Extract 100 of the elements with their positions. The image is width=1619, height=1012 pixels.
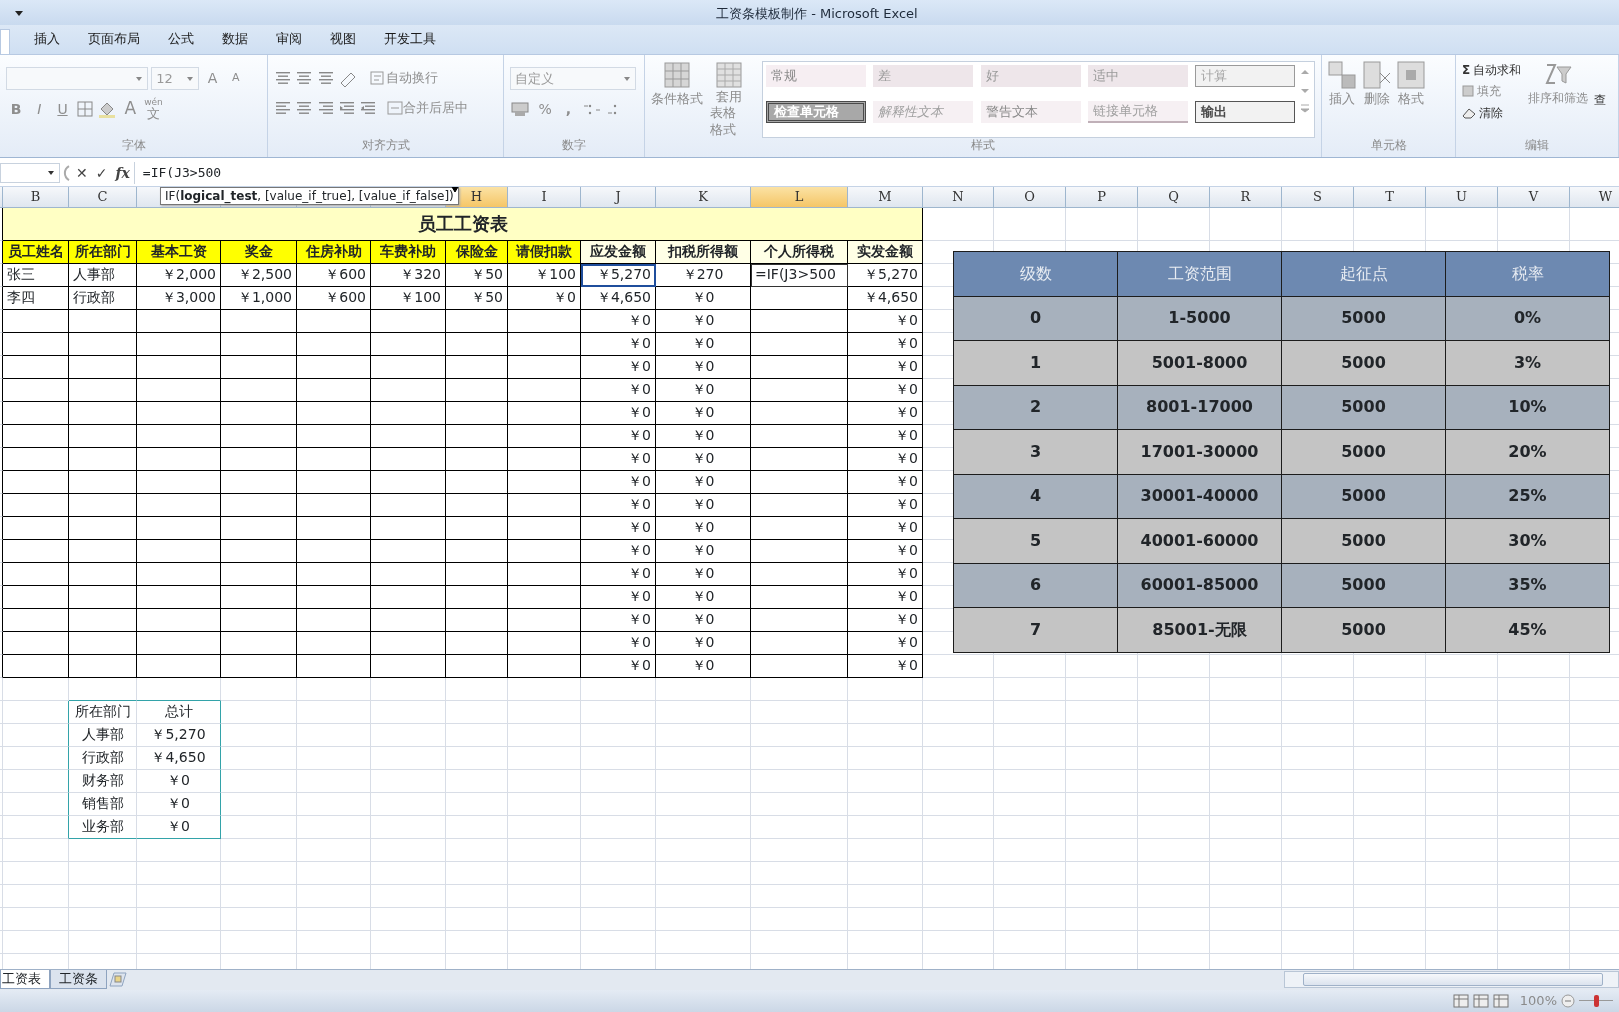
wrap-icon bbox=[369, 70, 386, 86]
column-header: 保险金 bbox=[446, 240, 508, 264]
pivot-cell: 行政部 bbox=[69, 746, 137, 770]
table-cell: ￥0 bbox=[848, 493, 923, 517]
table-cell: ￥0 bbox=[581, 332, 656, 356]
table-cell: ￥0 bbox=[581, 470, 656, 494]
column-letter[interactable]: P bbox=[1066, 187, 1138, 208]
table-cell: ￥0 bbox=[848, 401, 923, 425]
ribbon-tab[interactable]: 开发工具 bbox=[370, 28, 450, 54]
align-icon[interactable] bbox=[295, 99, 314, 117]
align-icon[interactable] bbox=[274, 69, 292, 87]
column-letter[interactable]: N bbox=[923, 187, 994, 208]
column-letter[interactable]: K bbox=[656, 187, 751, 208]
table-cell: ￥0 bbox=[581, 424, 656, 448]
find-button[interactable]: 查 bbox=[1594, 91, 1607, 122]
column-letter[interactable]: L bbox=[751, 187, 848, 208]
column-letter[interactable]: V bbox=[1498, 187, 1570, 208]
font-name-field[interactable] bbox=[6, 67, 148, 90]
column-letter[interactable]: W bbox=[1570, 187, 1619, 208]
enter-button[interactable]: ✓ bbox=[91, 162, 112, 184]
table-cell: 40001-60000 bbox=[1117, 518, 1282, 563]
border-icon[interactable] bbox=[75, 100, 94, 118]
currency-icon[interactable] bbox=[510, 100, 532, 118]
indent-icon[interactable] bbox=[337, 99, 356, 117]
table-cell: ￥0 bbox=[581, 608, 656, 632]
column-letter[interactable]: U bbox=[1426, 187, 1498, 208]
column-letter[interactable]: C bbox=[69, 187, 137, 208]
autosum-button[interactable]: Σ 自动求和 bbox=[1462, 61, 1522, 79]
view-icon[interactable] bbox=[1473, 994, 1490, 1008]
pivot-cell: 销售部 bbox=[69, 792, 137, 816]
column-letter[interactable]: R bbox=[1210, 187, 1282, 208]
indent-icon[interactable] bbox=[359, 99, 377, 117]
formula-field[interactable]: =IF(J3>500 bbox=[133, 162, 1619, 184]
dropdown-icon[interactable] bbox=[14, 8, 24, 18]
new-sheet-icon[interactable] bbox=[107, 970, 129, 988]
table-cell: 7 bbox=[953, 607, 1118, 652]
table-cell: ￥0 bbox=[581, 447, 656, 471]
group-label: 字体 bbox=[120, 137, 147, 154]
active-tab[interactable] bbox=[0, 29, 10, 54]
table-cell: 8001-17000 bbox=[1117, 385, 1282, 430]
sheet-tab[interactable]: 工资表 bbox=[0, 970, 50, 989]
column-letter[interactable]: O bbox=[994, 187, 1066, 208]
insert-function-button[interactable]: fx bbox=[111, 162, 134, 184]
ribbon-tab[interactable]: 审阅 bbox=[262, 28, 316, 54]
cells-icon bbox=[1362, 61, 1391, 89]
cancel-button[interactable]: ✕ bbox=[72, 162, 92, 184]
align-icon[interactable] bbox=[316, 99, 335, 117]
table-cell: ￥0 bbox=[581, 585, 656, 609]
table-cell: ￥0 bbox=[581, 562, 656, 586]
table-cell: ￥0 bbox=[848, 539, 923, 563]
table-cell: ￥0 bbox=[581, 654, 656, 678]
table-icon bbox=[714, 61, 743, 89]
table-cell: ￥0 bbox=[656, 470, 751, 494]
table-cell: 0 bbox=[953, 296, 1118, 341]
table-cell: 5000 bbox=[1281, 429, 1446, 474]
column-header: 基本工资 bbox=[137, 240, 221, 264]
table-cell: ￥2,500 bbox=[221, 263, 297, 287]
table-cell: ￥0 bbox=[656, 539, 751, 563]
column-header: 请假扣款 bbox=[508, 240, 581, 264]
ribbon-tab[interactable]: 页面布局 bbox=[74, 28, 154, 54]
slider-thumb[interactable] bbox=[1593, 995, 1599, 1007]
align-icon[interactable] bbox=[274, 99, 292, 117]
table-cell: 5000 bbox=[1281, 296, 1446, 341]
zoom-out-icon[interactable] bbox=[1561, 994, 1575, 1008]
table-cell: ￥50 bbox=[446, 263, 508, 287]
column-letter[interactable]: Q bbox=[1138, 187, 1210, 208]
column-letter[interactable]: M bbox=[848, 187, 923, 208]
table-cell: 张三 bbox=[3, 263, 69, 287]
table-cell: ￥5,270 bbox=[581, 263, 656, 287]
table-cell: ￥0 bbox=[848, 378, 923, 402]
table-cell: ￥0 bbox=[581, 493, 656, 517]
clear-button[interactable]: 清除 bbox=[1462, 103, 1522, 122]
table-cell: ￥4,650 bbox=[848, 286, 923, 310]
dropdown-icon[interactable] bbox=[47, 169, 55, 177]
view-icon[interactable] bbox=[1493, 994, 1510, 1008]
table-cell: ￥320 bbox=[371, 263, 446, 287]
align-icon[interactable] bbox=[295, 69, 314, 87]
sheet-tab[interactable]: 工资条 bbox=[50, 970, 107, 989]
table-cell: 5000 bbox=[1281, 474, 1446, 519]
ribbon-tab[interactable]: 视图 bbox=[316, 28, 370, 54]
table-cell: ￥0 bbox=[848, 470, 923, 494]
column-letter[interactable]: T bbox=[1354, 187, 1426, 208]
table-cell: 5 bbox=[953, 518, 1118, 563]
ribbon-tab[interactable]: 数据 bbox=[208, 28, 262, 54]
align-icon[interactable] bbox=[316, 69, 335, 87]
paint-bucket-icon[interactable] bbox=[97, 100, 117, 118]
table-cell: 3% bbox=[1445, 340, 1610, 385]
table-cell: ￥0 bbox=[656, 516, 751, 540]
table-cell: ￥0 bbox=[581, 401, 656, 425]
table-cell: ￥100 bbox=[508, 263, 581, 287]
table-cell: =IF(J3>500 bbox=[751, 263, 848, 287]
horizontal-scrollbar[interactable] bbox=[1284, 971, 1619, 988]
column-letter[interactable]: S bbox=[1282, 187, 1354, 208]
cell-style[interactable]: 输出 bbox=[1195, 101, 1295, 123]
column-letter[interactable]: I bbox=[508, 187, 581, 208]
ribbon-tab[interactable]: 公式 bbox=[154, 28, 208, 54]
ribbon-tab[interactable]: 插入 bbox=[10, 28, 74, 54]
column-letter[interactable]: J bbox=[581, 187, 656, 208]
view-icon[interactable] bbox=[1453, 994, 1470, 1008]
column-letter[interactable]: B bbox=[3, 187, 69, 208]
